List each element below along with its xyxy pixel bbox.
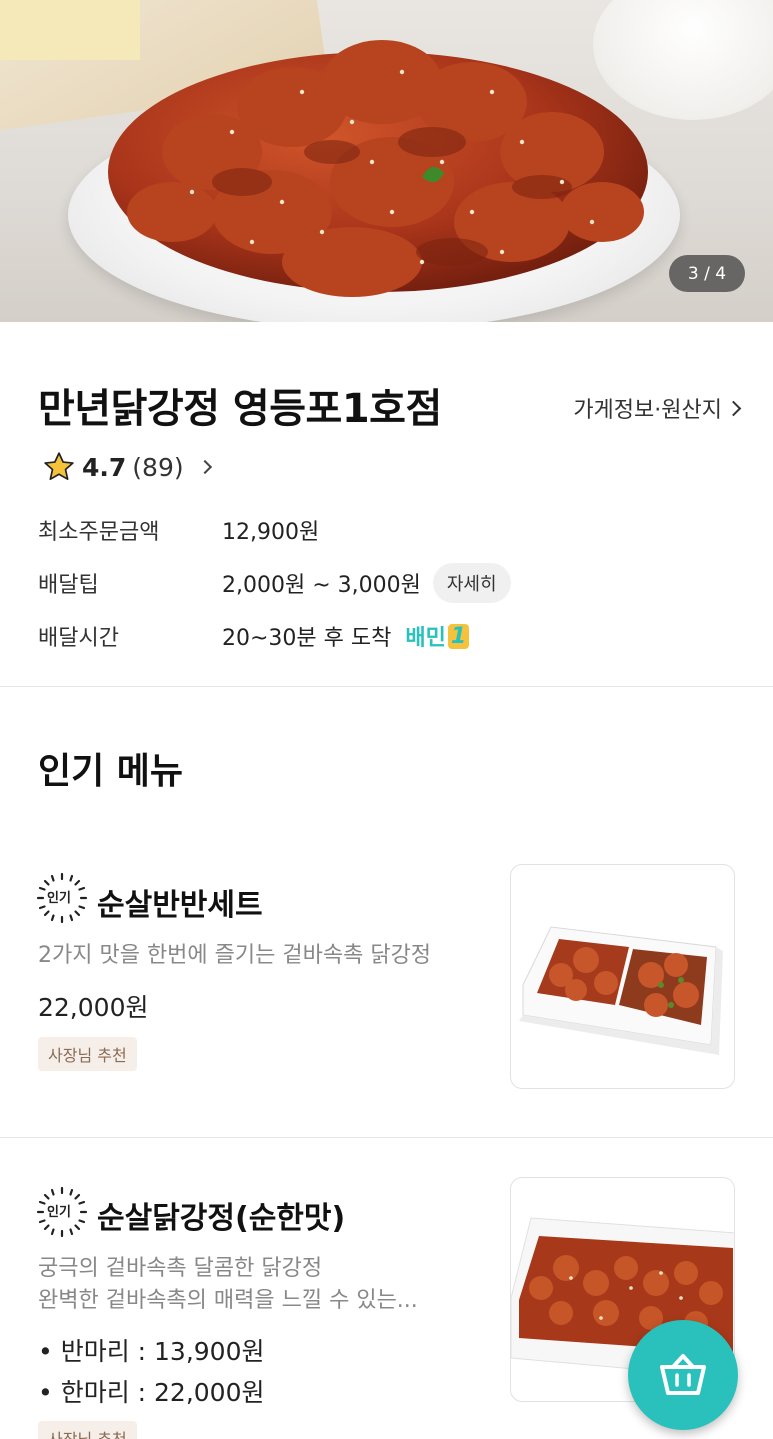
delivery-tip-row: 배달팁 2,000원 ~ 3,000원 자세히	[38, 563, 511, 603]
baemin1-number: 1	[447, 623, 470, 649]
basket-icon	[660, 1354, 706, 1395]
cart-button[interactable]	[628, 1320, 738, 1430]
chicken-pile-illustration	[108, 40, 648, 297]
store-info-link[interactable]: 가게정보·원산지	[573, 392, 742, 424]
min-order-value: 12,900원	[222, 520, 320, 545]
store-info-link-label: 가게정보·원산지	[573, 398, 722, 423]
baemin1-logo: 배민 1	[405, 620, 470, 652]
delivery-time-value: 20~30분 후 도착	[222, 626, 392, 651]
menu-divider	[0, 1137, 773, 1138]
rating-score: 4.7	[82, 452, 127, 482]
delivery-tip-detail-button[interactable]: 자세히	[432, 563, 511, 603]
star-icon	[44, 452, 74, 481]
popular-badge-label: 인기	[47, 891, 71, 906]
owner-recommend-tag: 사장님 추천	[38, 1421, 137, 1439]
menu-item-description: 2가지 맛을 한번에 즐기는 겉바속촉 닭강정	[38, 943, 432, 968]
menu-item-price-whole: • 한마리 : 22,000원	[38, 1378, 265, 1407]
menu-item-price: 22,000원	[38, 993, 149, 1022]
section-divider	[0, 686, 773, 687]
menu-item-name: 순살반반세트	[97, 888, 263, 923]
owner-recommend-tag: 사장님 추천	[38, 1037, 137, 1071]
rating-count: (89)	[132, 452, 184, 482]
delivery-time-row: 배달시간 20~30분 후 도착 배민 1	[38, 620, 470, 652]
image-pager: 3 / 4	[669, 255, 745, 292]
popular-badge-label: 인기	[47, 1205, 71, 1220]
menu-item-description-line1: 궁극의 겉바속촉 달콤한 닭강정	[38, 1256, 323, 1281]
delivery-time-label: 배달시간	[38, 626, 119, 651]
half-half-box-illustration	[519, 926, 723, 1055]
menu-item-thumbnail[interactable]	[510, 864, 735, 1089]
hero-image[interactable]: 3 / 4	[0, 0, 773, 322]
delivery-tip-value: 2,000원 ~ 3,000원	[222, 573, 421, 598]
baemin1-label: 배민	[405, 626, 446, 651]
popular-menu-title: 인기 메뉴	[38, 751, 184, 792]
chevron-right-icon	[197, 459, 212, 475]
store-name: 만년닭강정 영등포1호점	[38, 386, 442, 432]
delivery-tip-label: 배달팁	[38, 573, 99, 598]
menu-item-description-line2: 완벽한 겉바속촉의 매력을 느낄 수 있는...	[38, 1288, 418, 1313]
chevron-right-icon	[725, 400, 742, 416]
menu-item-price-half: • 반마리 : 13,900원	[38, 1337, 265, 1366]
min-order-label: 최소주문금액	[38, 520, 160, 545]
menu-item-name: 순살닭강정(순한맛)	[97, 1201, 346, 1236]
rating-row[interactable]: 4.7 (89)	[42, 450, 212, 484]
min-order-row: 최소주문금액 12,900원	[38, 514, 319, 546]
